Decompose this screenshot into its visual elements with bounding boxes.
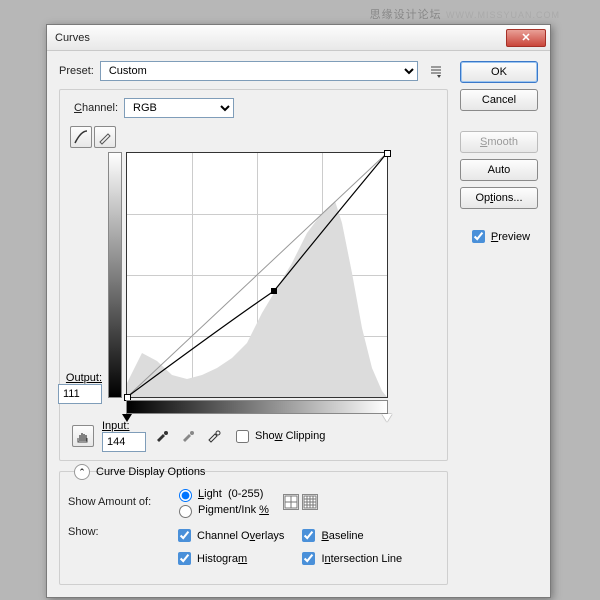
show-amount-label: Show Amount of: (68, 496, 168, 508)
baseline-checkbox[interactable]: Baseline (298, 526, 402, 545)
dialog-title: Curves (55, 32, 506, 44)
curve-point[interactable] (271, 288, 277, 294)
curves-dialog: Curves ✕ Preset: Custom Channel: RGB (46, 24, 551, 598)
channel-select[interactable]: RGB (124, 98, 234, 118)
output-field[interactable] (58, 384, 102, 404)
ok-button[interactable]: OK (460, 61, 538, 83)
preset-label: Preset: (59, 65, 94, 77)
channel-overlays-checkbox[interactable]: Channel Overlays (174, 526, 284, 545)
black-slider[interactable] (122, 414, 132, 422)
curve-options-title: Curve Display Options (96, 466, 205, 478)
intersection-checkbox[interactable]: Intersection Line (298, 549, 402, 568)
smooth-button: Smooth (460, 131, 538, 153)
grid-fine-icon[interactable] (302, 494, 318, 510)
horizontal-gradient[interactable] (126, 400, 388, 414)
white-eyedropper-icon[interactable] (206, 427, 224, 445)
page-watermark: 思缘设计论坛 WWW.MISSYUAN.COM (370, 6, 560, 22)
pigment-radio[interactable]: Pigment/Ink % (174, 502, 269, 518)
curve-group: Channel: RGB Output: (59, 89, 448, 461)
curve-endpoint-white[interactable] (384, 150, 391, 157)
input-section: Input: (102, 420, 146, 452)
titlebar[interactable]: Curves ✕ (47, 25, 550, 51)
gray-eyedropper-icon[interactable] (180, 427, 198, 445)
black-eyedropper-icon[interactable] (154, 427, 172, 445)
curve-display-options: ⌃ Curve Display Options Show Amount of: … (59, 471, 448, 585)
vertical-gradient (108, 152, 122, 398)
curve-lines (127, 153, 387, 397)
output-label: Output: (52, 372, 102, 384)
close-button[interactable]: ✕ (506, 29, 546, 47)
options-button[interactable]: Options... (460, 187, 538, 209)
auto-button[interactable]: Auto (460, 159, 538, 181)
channel-label: Channel: (74, 102, 118, 114)
show-clipping-checkbox[interactable]: Show Clipping (232, 427, 325, 446)
curve-plot[interactable] (126, 152, 388, 398)
preview-checkbox[interactable]: Preview (460, 227, 538, 246)
pencil-tool-button[interactable] (94, 126, 116, 148)
preset-select[interactable]: Custom (100, 61, 418, 81)
output-section: Output: (52, 372, 102, 404)
light-radio[interactable]: Light (0-255) (174, 486, 269, 502)
white-slider[interactable] (382, 414, 392, 422)
curve-tool-button[interactable] (70, 126, 92, 148)
preset-menu-icon[interactable] (424, 61, 448, 81)
input-field[interactable] (102, 432, 146, 452)
grid-coarse-icon[interactable] (283, 494, 299, 510)
disclosure-toggle[interactable]: ⌃ (74, 464, 90, 480)
histogram-checkbox[interactable]: Histogram (174, 549, 284, 568)
hand-tool-button[interactable] (72, 425, 94, 447)
show-label: Show: (68, 526, 168, 538)
cancel-button[interactable]: Cancel (460, 89, 538, 111)
